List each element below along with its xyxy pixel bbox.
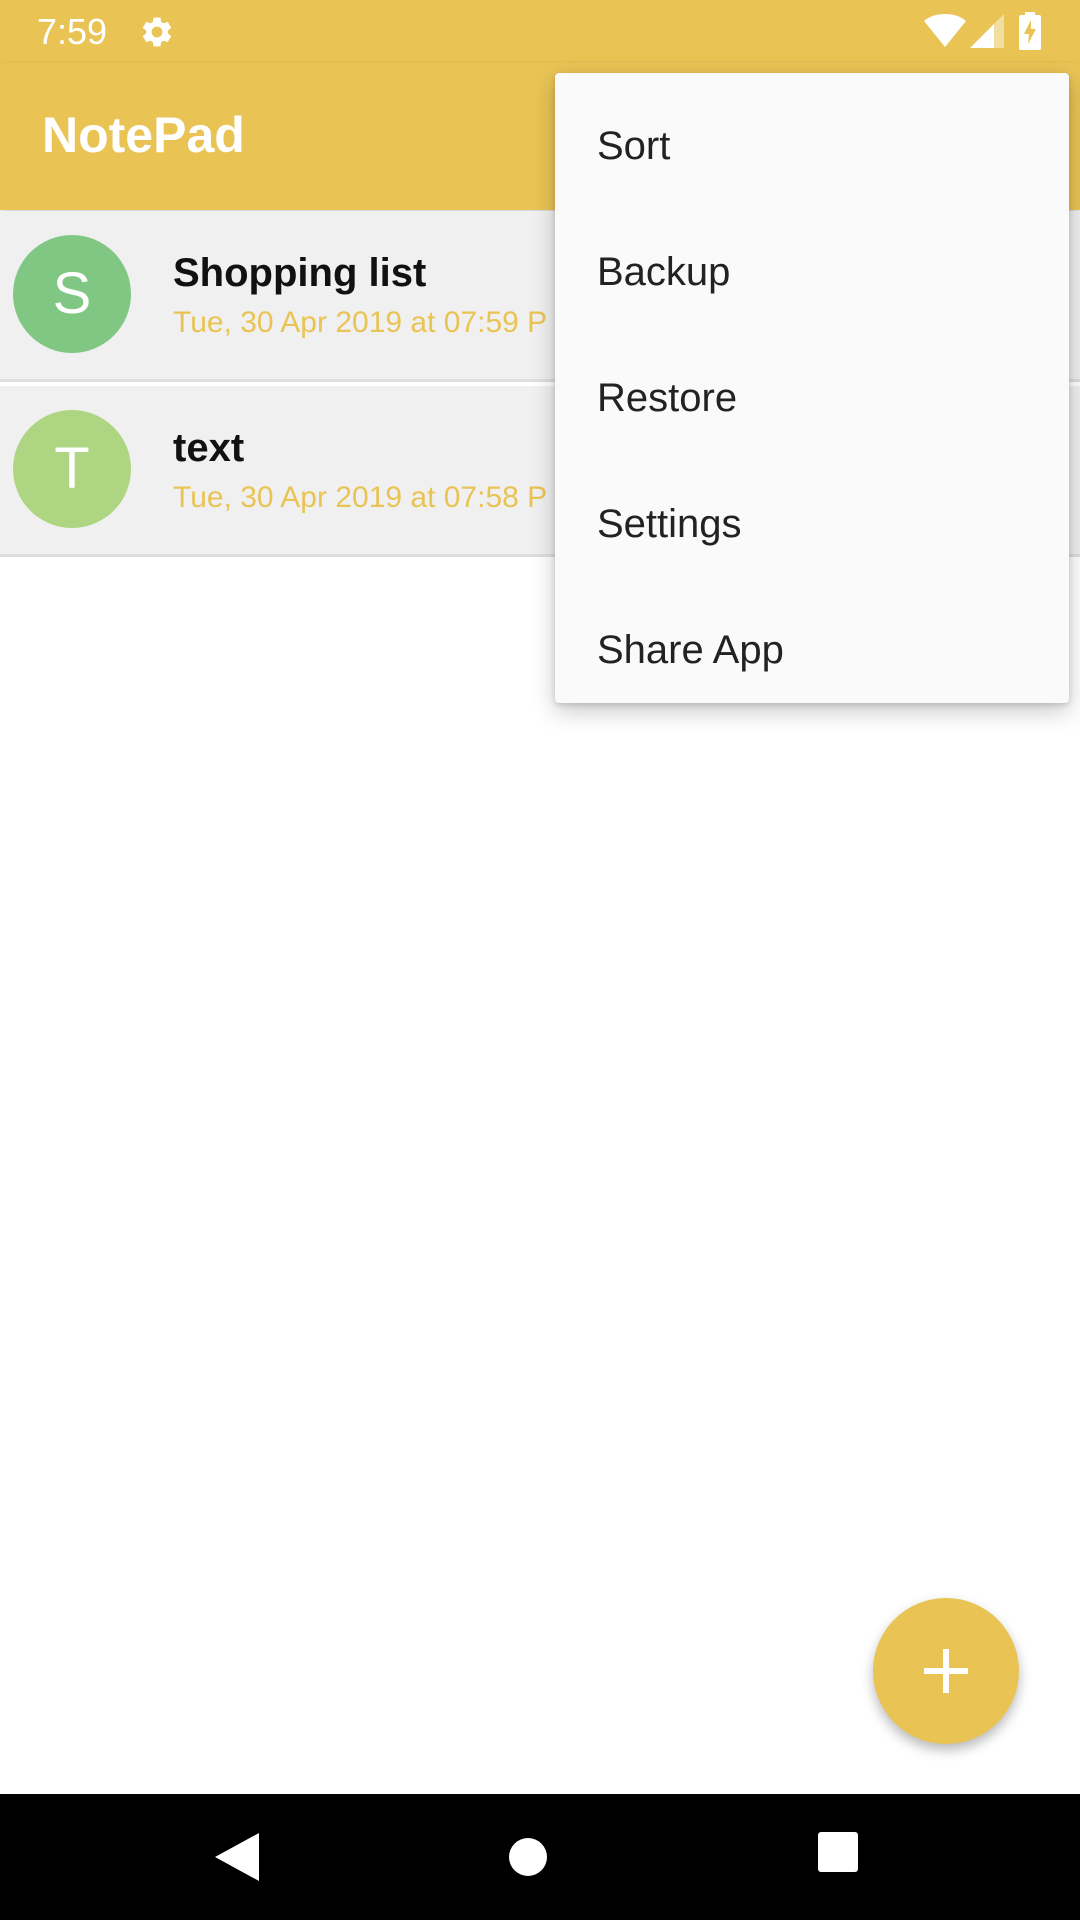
status-time: 7:59 <box>37 11 108 52</box>
note-avatar: T <box>13 410 131 528</box>
signal-icon <box>970 14 1004 48</box>
plus-icon <box>924 1649 968 1693</box>
gear-icon <box>142 17 172 47</box>
back-icon[interactable] <box>213 1831 261 1883</box>
app-title: NotePad <box>42 107 245 163</box>
navigation-bar <box>0 1794 1080 1920</box>
wifi-icon <box>924 14 966 47</box>
note-title: Shopping list <box>173 251 427 295</box>
note-date: Tue, 30 Apr 2019 at 07:58 P <box>173 481 548 514</box>
menu-item-backup[interactable]: Backup <box>555 209 1069 335</box>
note-avatar: S <box>13 235 131 353</box>
add-note-button[interactable] <box>873 1598 1019 1744</box>
overflow-menu: Sort Backup Restore Settings Share App <box>555 73 1069 703</box>
menu-item-settings[interactable]: Settings <box>555 461 1069 587</box>
recents-icon[interactable] <box>818 1832 858 1872</box>
status-bar: 7:59 <box>0 0 1080 63</box>
menu-item-restore[interactable]: Restore <box>555 335 1069 461</box>
note-title: text <box>173 426 245 470</box>
menu-item-sort[interactable]: Sort <box>555 83 1069 209</box>
note-date: Tue, 30 Apr 2019 at 07:59 P <box>173 306 548 339</box>
notepad-screen: 7:59 NotePad S Shopping list Tue, 30 Apr… <box>0 0 1080 1920</box>
menu-item-share-app[interactable]: Share App <box>555 587 1069 713</box>
battery-charging-icon <box>1019 12 1041 50</box>
home-icon[interactable] <box>502 1831 554 1883</box>
